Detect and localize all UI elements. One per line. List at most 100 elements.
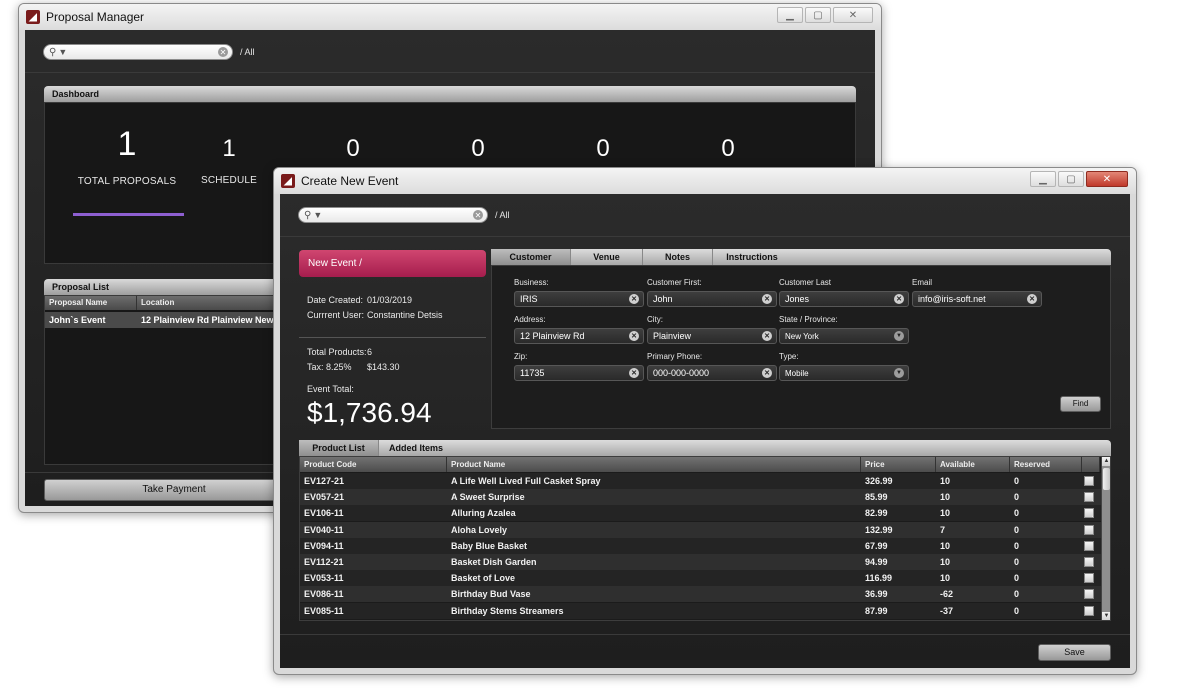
product-code: EV094-11: [304, 540, 344, 551]
stat-value: 1: [222, 135, 236, 162]
city-value: Plainview: [653, 331, 692, 341]
state-value: New York: [785, 331, 819, 341]
select-cell: [1082, 570, 1100, 586]
stat-4[interactable]: 0: [428, 135, 528, 163]
business-field[interactable]: IRIS ✕: [514, 291, 644, 307]
select-checkbox[interactable]: [1084, 524, 1094, 535]
zip-field[interactable]: 11735 ✕: [514, 365, 644, 381]
stat-3[interactable]: 0: [303, 135, 403, 163]
proposal-row[interactable]: John`s Event 12 Plainview Rd Plainview N…: [45, 312, 305, 328]
type-value: Mobile: [785, 368, 809, 378]
select-checkbox[interactable]: [1084, 573, 1094, 584]
tab-customer[interactable]: Customer: [491, 249, 571, 265]
stat-label: TOTAL PROPOSALS: [77, 176, 177, 187]
table-row[interactable]: EV053-11 Basket of Love 116.99 10 0: [300, 570, 1101, 587]
product-available: 10: [940, 492, 951, 503]
close-button[interactable]: ✕: [833, 7, 873, 23]
email-field[interactable]: info@iris-soft.net ✕: [912, 291, 1042, 307]
customer-last-label: Customer Last: [779, 278, 832, 287]
product-reserved: 0: [1014, 573, 1020, 584]
table-row[interactable]: EV040-11 Aloha Lovely 132.99 7 0: [300, 521, 1101, 538]
column-header-reserved[interactable]: Reserved: [1010, 457, 1082, 472]
maximize-button[interactable]: ▢: [805, 7, 831, 23]
table-row[interactable]: EV085-11 Birthday Stems Streamers 87.99 -37…: [300, 602, 1101, 619]
divider: [280, 634, 1130, 635]
chevron-down-icon[interactable]: ▼: [894, 331, 904, 341]
select-checkbox[interactable]: ✓: [1084, 492, 1094, 503]
column-header-select[interactable]: [1082, 457, 1100, 472]
table-row[interactable]: EV057-21 A Sweet Surprise 85.99 10 0 ✓: [300, 489, 1101, 506]
product-available: 10: [940, 573, 951, 584]
clear-icon[interactable]: ✕: [762, 368, 772, 378]
minimize-button[interactable]: ▁: [1030, 171, 1056, 187]
product-code: EV112-21: [304, 557, 344, 567]
column-header-available[interactable]: Available: [936, 457, 1010, 472]
select-checkbox[interactable]: [1084, 605, 1094, 616]
search-input[interactable]: [322, 209, 473, 221]
divider: [25, 72, 875, 73]
clear-icon[interactable]: ✕: [629, 331, 639, 341]
table-row[interactable]: EV094-11 Baby Blue Basket 67.99 10 0: [300, 537, 1101, 554]
clear-icon[interactable]: ✕: [894, 294, 904, 304]
stat-scheduled[interactable]: 1 SCHEDULE: [179, 135, 279, 186]
clear-search-icon[interactable]: ✕: [218, 47, 228, 57]
save-button[interactable]: Save: [1038, 644, 1111, 661]
stat-total-proposals[interactable]: 1 TOTAL PROPOSALS: [67, 125, 187, 187]
table-row[interactable]: EV086-11 Birthday Bud Vase 36.99 -62 0: [300, 586, 1101, 603]
clear-icon[interactable]: ✕: [629, 294, 639, 304]
product-reserved: 0: [1014, 540, 1020, 551]
table-row[interactable]: EV112-21 Basket Dish Garden 94.99 10 0 ✓: [300, 554, 1101, 570]
product-table-scrollbar[interactable]: ▲ ▼: [1101, 457, 1110, 620]
clear-icon[interactable]: ✕: [762, 294, 772, 304]
tab-notes[interactable]: Notes: [643, 249, 713, 265]
column-header-product-code[interactable]: Product Code: [300, 457, 447, 472]
stat-6[interactable]: 0: [678, 135, 778, 163]
take-payment-button[interactable]: Take Payment: [44, 479, 304, 501]
table-row[interactable]: EV106-11 Alluring Azalea 82.99 10 0 ✓: [300, 505, 1101, 522]
select-checkbox[interactable]: ✓: [1084, 508, 1094, 519]
select-checkbox[interactable]: [1084, 476, 1094, 486]
event-total-value: $1,736.94: [307, 397, 432, 428]
chevron-down-icon[interactable]: ▼: [894, 368, 904, 378]
customer-first-field[interactable]: John ✕: [647, 291, 777, 307]
select-checkbox[interactable]: [1084, 540, 1094, 551]
address-field[interactable]: 12 Plainview Rd ✕: [514, 328, 644, 344]
minimize-button[interactable]: ▁: [777, 7, 803, 23]
search-bar[interactable]: ⚲ ▼ ✕: [43, 44, 233, 60]
column-header-price[interactable]: Price: [861, 457, 936, 472]
state-select[interactable]: New York ▼: [779, 328, 909, 344]
proposal-manager-titlebar[interactable]: ◢ Proposal Manager ▁ ▢ ✕: [19, 4, 881, 30]
phone-field[interactable]: 000-000-0000 ✕: [647, 365, 777, 381]
clear-icon[interactable]: ✕: [629, 368, 639, 378]
customer-last-field[interactable]: Jones ✕: [779, 291, 909, 307]
table-row[interactable]: EV127-21 A Life Well Lived Full Casket Sp…: [300, 473, 1101, 489]
scroll-up-arrow-icon[interactable]: ▲: [1102, 457, 1110, 466]
create-event-client: ⚲ ▼ ✕ / All New Event / Date Created: 01…: [280, 194, 1130, 668]
clear-icon[interactable]: ✕: [1027, 294, 1037, 304]
city-field[interactable]: Plainview ✕: [647, 328, 777, 344]
find-button[interactable]: Find: [1060, 396, 1101, 412]
tab-added-items[interactable]: Added Items: [379, 440, 453, 456]
search-input[interactable]: [67, 46, 218, 58]
product-reserved: 0: [1014, 589, 1020, 600]
stat-5[interactable]: 0: [553, 135, 653, 163]
tab-venue[interactable]: Venue: [571, 249, 643, 265]
column-header-proposal-name[interactable]: Proposal Name: [45, 296, 137, 310]
tab-instructions[interactable]: Instructions: [713, 249, 791, 265]
maximize-button[interactable]: ▢: [1058, 171, 1084, 187]
select-checkbox[interactable]: [1084, 589, 1094, 600]
type-select[interactable]: Mobile ▼: [779, 365, 909, 381]
stat-value: 0: [471, 135, 485, 162]
clear-icon[interactable]: ✕: [762, 331, 772, 341]
column-header-product-name[interactable]: Product Name: [447, 457, 861, 472]
create-event-titlebar[interactable]: ◢ Create New Event ▁ ▢ ✕: [274, 168, 1136, 194]
clear-search-icon[interactable]: ✕: [473, 210, 483, 220]
close-button[interactable]: ✕: [1086, 171, 1128, 187]
scroll-down-arrow-icon[interactable]: ▼: [1102, 612, 1110, 620]
new-event-tab[interactable]: New Event /: [299, 250, 486, 277]
tab-product-list[interactable]: Product List: [299, 440, 379, 456]
select-checkbox[interactable]: ✓: [1084, 557, 1094, 567]
product-price: 132.99: [865, 524, 893, 535]
scrollbar-thumb[interactable]: [1103, 468, 1110, 490]
search-bar[interactable]: ⚲ ▼ ✕: [298, 207, 488, 223]
